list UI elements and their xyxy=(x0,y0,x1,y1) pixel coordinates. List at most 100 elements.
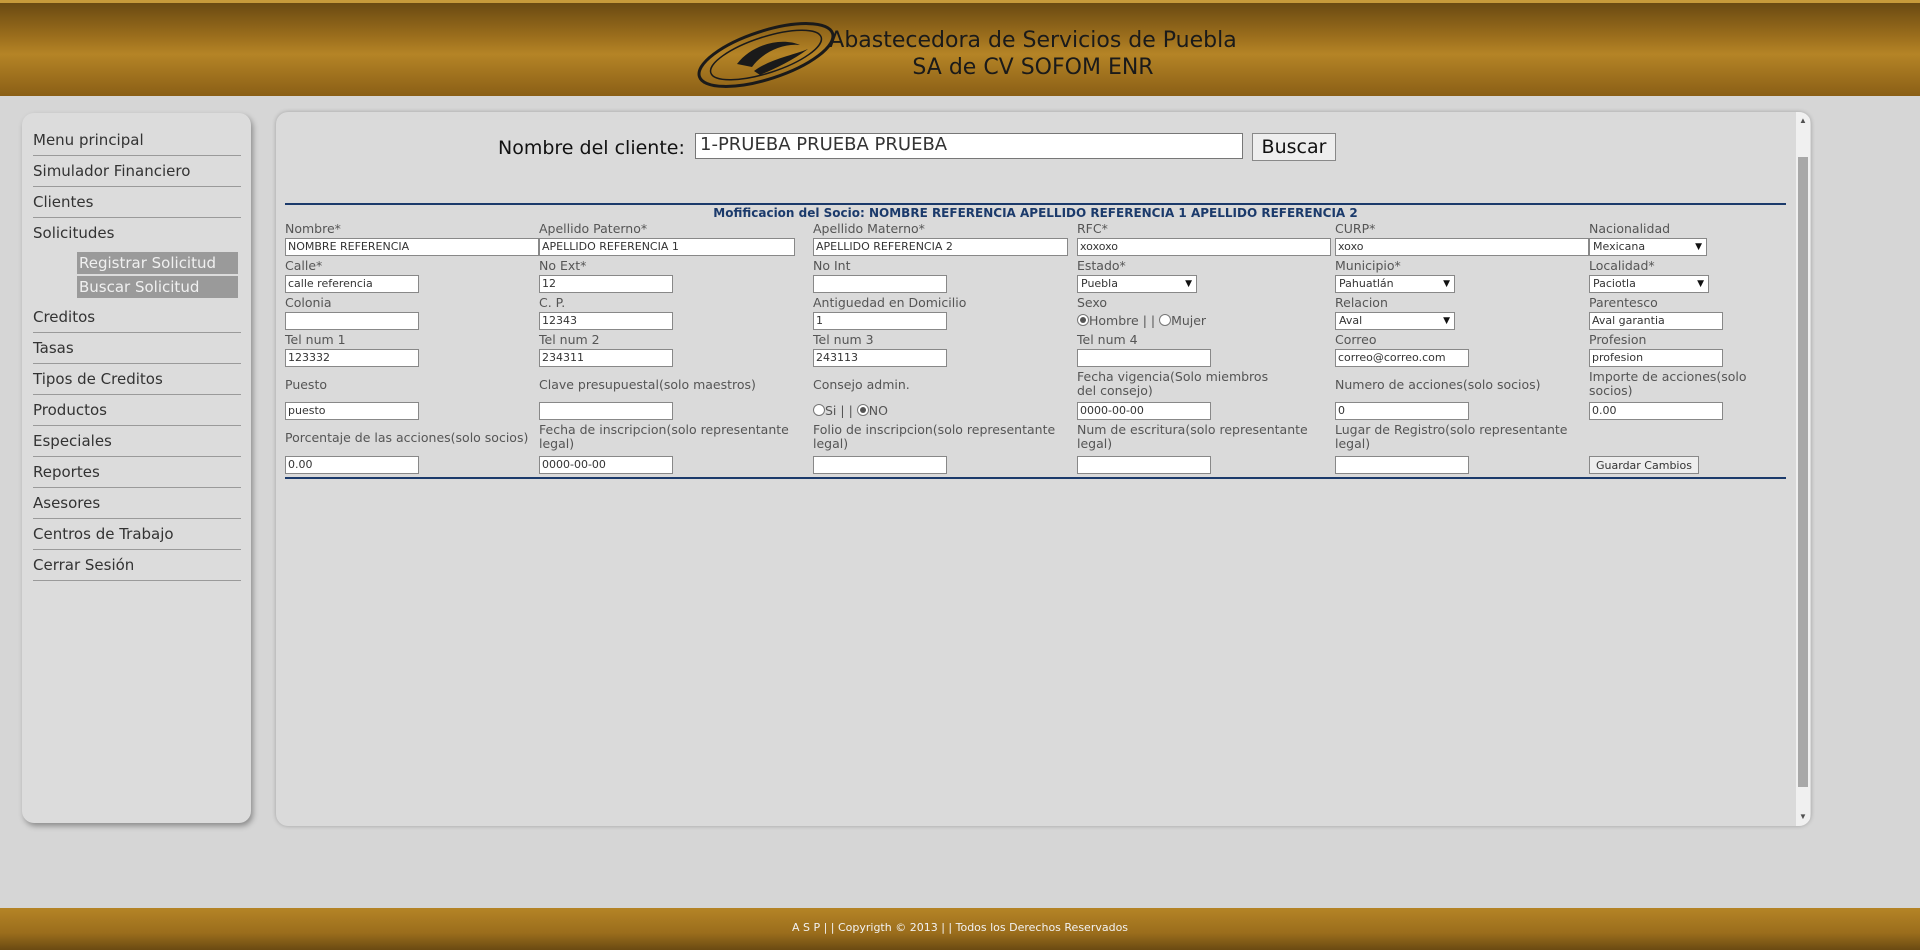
consejo-separator: | | xyxy=(836,403,857,418)
apellido-paterno-field[interactable]: APELLIDO REFERENCIA 1 xyxy=(539,238,795,256)
scroll-thumb[interactable] xyxy=(1798,157,1808,787)
sidebar: Menu principal Simulador Financiero Clie… xyxy=(22,113,251,823)
porcentaje-acciones-field[interactable]: 0.00 xyxy=(285,456,419,474)
puesto-field[interactable]: puesto xyxy=(285,402,419,420)
clave-presupuestal-field[interactable] xyxy=(539,402,673,420)
sexo-hombre-radio[interactable] xyxy=(1077,314,1089,326)
nombre-label: Nombre* xyxy=(285,221,341,236)
lugar-registro-label: Lugar de Registro(solo representante leg… xyxy=(1335,422,1568,451)
sidebar-submenu: Registrar Solicitud Buscar Solicitud xyxy=(22,248,251,302)
tel1-field[interactable]: 123332 xyxy=(285,349,419,367)
localidad-label: Localidad* xyxy=(1589,258,1655,273)
relacion-select[interactable]: Aval ▼ xyxy=(1335,312,1455,330)
antiguedad-field[interactable]: 1 xyxy=(813,312,947,330)
folio-inscripcion-label: Folio de inscripcion(solo representante … xyxy=(813,422,1056,451)
sidebar-item-centros-trabajo[interactable]: Centros de Trabajo xyxy=(33,519,241,550)
correo-label: Correo xyxy=(1335,332,1377,347)
tel3-label: Tel num 3 xyxy=(813,332,874,347)
relacion-label: Relacion xyxy=(1335,295,1388,310)
no-int-field[interactable] xyxy=(813,275,947,293)
rfc-label: RFC* xyxy=(1077,221,1108,236)
sidebar-menu: Menu principal Simulador Financiero Clie… xyxy=(22,113,251,581)
sidebar-subitem-buscar-solicitud[interactable]: Buscar Solicitud xyxy=(77,276,238,298)
nacionalidad-select[interactable]: Mexicana ▼ xyxy=(1589,238,1707,256)
sidebar-item-reportes[interactable]: Reportes xyxy=(33,457,241,488)
puesto-label: Puesto xyxy=(285,377,327,392)
sexo-separator: | | xyxy=(1138,313,1160,328)
rfc-field[interactable]: xoxoxo xyxy=(1077,238,1331,256)
localidad-select[interactable]: Paciotla ▼ xyxy=(1589,275,1709,293)
sidebar-item-creditos[interactable]: Creditos xyxy=(33,302,241,333)
chevron-down-icon: ▼ xyxy=(1185,279,1192,289)
form-top-divider xyxy=(285,203,1786,205)
tel1-label: Tel num 1 xyxy=(285,332,346,347)
no-ext-field[interactable]: 12 xyxy=(539,275,673,293)
sidebar-item-clientes[interactable]: Clientes xyxy=(33,187,241,218)
sidebar-item-productos[interactable]: Productos xyxy=(33,395,241,426)
municipio-select[interactable]: Pahuatlán ▼ xyxy=(1335,275,1455,293)
sidebar-subitem-registrar-solicitud[interactable]: Registrar Solicitud xyxy=(77,252,238,274)
parentesco-label: Parentesco xyxy=(1589,295,1658,310)
localidad-value: Paciotla xyxy=(1593,277,1636,290)
scroll-down-icon[interactable]: ▼ xyxy=(1796,810,1810,824)
correo-field[interactable]: correo@correo.com xyxy=(1335,349,1469,367)
client-search-label: Nombre del cliente: xyxy=(498,137,685,159)
header-banner: Abastecedora de Servicios de Puebla SA d… xyxy=(0,0,1920,96)
sidebar-item-menu-principal[interactable]: Menu principal xyxy=(33,125,241,156)
nacionalidad-value: Mexicana xyxy=(1593,240,1646,253)
sidebar-item-tasas[interactable]: Tasas xyxy=(33,333,241,364)
form-title: Mofificacion del Socio: NOMBRE REFERENCI… xyxy=(713,206,1358,220)
sidebar-item-cerrar-sesion[interactable]: Cerrar Sesión xyxy=(33,550,241,581)
tel3-field[interactable]: 243113 xyxy=(813,349,947,367)
calle-label: Calle* xyxy=(285,258,323,273)
lugar-registro-field[interactable] xyxy=(1335,456,1469,474)
consejo-si-radio[interactable] xyxy=(813,404,825,416)
folio-inscripcion-field[interactable] xyxy=(813,456,947,474)
profesion-field[interactable]: profesion xyxy=(1589,349,1723,367)
tel2-field[interactable]: 234311 xyxy=(539,349,673,367)
num-escritura-field[interactable] xyxy=(1077,456,1211,474)
sexo-hombre-label: Hombre xyxy=(1089,313,1139,328)
estado-select[interactable]: Puebla ▼ xyxy=(1077,275,1197,293)
sexo-mujer-label: Mujer xyxy=(1171,313,1207,328)
municipio-value: Pahuatlán xyxy=(1339,277,1394,290)
apellido-materno-field[interactable]: APELLIDO REFERENCIA 2 xyxy=(813,238,1068,256)
curp-field[interactable]: xoxo xyxy=(1335,238,1589,256)
calle-field[interactable]: calle referencia xyxy=(285,275,419,293)
municipio-label: Municipio* xyxy=(1335,258,1401,273)
colonia-field[interactable] xyxy=(285,312,419,330)
chevron-down-icon: ▼ xyxy=(1697,279,1704,289)
fecha-vigencia-field[interactable]: 0000-00-00 xyxy=(1077,402,1211,420)
importe-acciones-field[interactable]: 0.00 xyxy=(1589,402,1723,420)
consejo-label: Consejo admin. xyxy=(813,377,910,392)
client-search-input[interactable]: 1-PRUEBA PRUEBA PRUEBA xyxy=(695,133,1243,159)
num-acciones-field[interactable]: 0 xyxy=(1335,402,1469,420)
chevron-down-icon: ▼ xyxy=(1695,242,1702,252)
no-int-label: No Int xyxy=(813,258,851,273)
company-name-line1: Abastecedora de Servicios de Puebla xyxy=(829,28,1237,53)
sidebar-item-simulador[interactable]: Simulador Financiero xyxy=(33,156,241,187)
parentesco-field[interactable]: Aval garantia xyxy=(1589,312,1723,330)
num-acciones-label: Numero de acciones(solo socios) xyxy=(1335,377,1541,392)
nombre-field[interactable]: NOMBRE REFERENCIA xyxy=(285,238,539,256)
content-scrollbar[interactable]: ▲ ▼ xyxy=(1796,112,1810,826)
consejo-no-radio[interactable] xyxy=(856,404,869,416)
sidebar-item-tipos-creditos[interactable]: Tipos de Creditos xyxy=(33,364,241,395)
sidebar-item-solicitudes[interactable]: Solicitudes xyxy=(33,218,241,248)
search-button[interactable]: Buscar xyxy=(1252,133,1336,161)
nacionalidad-label: Nacionalidad xyxy=(1589,221,1671,236)
tel2-label: Tel num 2 xyxy=(539,332,600,347)
sidebar-item-asesores[interactable]: Asesores xyxy=(33,488,241,519)
sidebar-item-especiales[interactable]: Especiales xyxy=(33,426,241,457)
cp-field[interactable]: 12343 xyxy=(539,312,673,330)
consejo-si-label: Si xyxy=(825,403,837,418)
estado-label: Estado* xyxy=(1077,258,1126,273)
curp-label: CURP* xyxy=(1335,221,1376,236)
save-changes-button[interactable]: Guardar Cambios xyxy=(1589,456,1699,474)
sexo-mujer-radio[interactable] xyxy=(1159,314,1172,326)
fecha-inscripcion-field[interactable]: 0000-00-00 xyxy=(539,456,673,474)
sexo-label: Sexo xyxy=(1077,295,1108,310)
scroll-up-icon[interactable]: ▲ xyxy=(1796,114,1810,128)
fecha-inscripcion-label: Fecha de inscripcion(solo representante … xyxy=(539,422,789,451)
tel4-field[interactable] xyxy=(1077,349,1211,367)
